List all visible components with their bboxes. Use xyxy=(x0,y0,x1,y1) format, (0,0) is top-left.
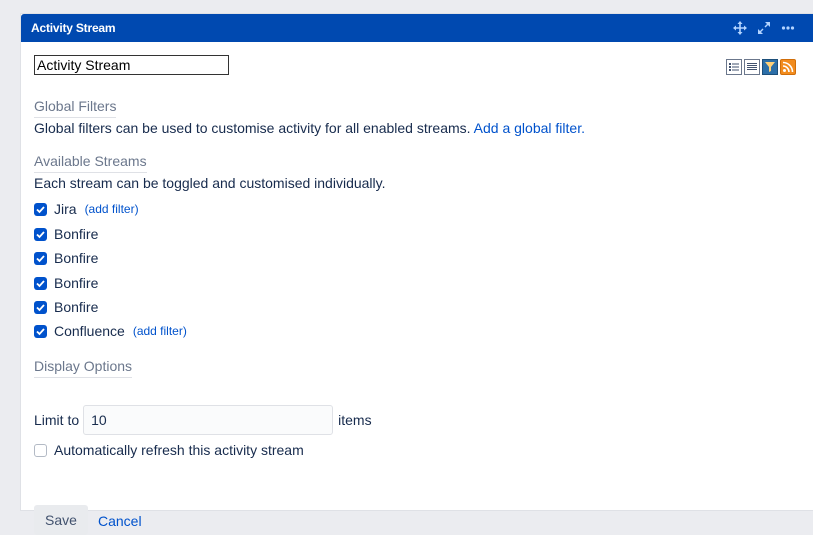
list-view-icon[interactable] xyxy=(726,59,742,75)
detail-view-icon[interactable] xyxy=(744,59,760,75)
stream-checkbox-confluence[interactable] xyxy=(34,324,47,338)
stream-item-bonfire-4: Bonfire xyxy=(34,298,98,316)
auto-refresh-checkbox[interactable] xyxy=(34,443,47,457)
limit-row: Limit to items xyxy=(34,405,372,435)
available-streams-description: Each stream can be toggled and customise… xyxy=(34,175,386,191)
stream-label: Confluence xyxy=(54,323,125,339)
stream-checkbox-bonfire[interactable] xyxy=(34,300,47,314)
items-label: items xyxy=(338,412,372,428)
add-global-filter-link[interactable]: Add a global filter. xyxy=(474,120,585,136)
stream-label: Bonfire xyxy=(54,275,99,291)
view-switcher xyxy=(726,59,796,75)
global-filters-description: Global filters can be used to customise … xyxy=(34,120,585,136)
add-filter-link-jira[interactable]: (add filter) xyxy=(85,202,139,216)
limit-input[interactable] xyxy=(83,405,334,435)
limit-label: Limit to xyxy=(34,412,80,428)
global-filters-heading: Global Filters xyxy=(34,98,117,118)
stream-label: Bonfire xyxy=(54,299,99,315)
stream-item-bonfire-1: Bonfire xyxy=(34,225,98,243)
stream-checkbox-jira[interactable] xyxy=(34,202,47,216)
available-streams-heading: Available Streams xyxy=(34,153,147,173)
expand-icon[interactable] xyxy=(755,19,773,37)
global-filters-text: Global filters can be used to customise … xyxy=(34,120,471,136)
add-filter-link-confluence[interactable]: (add filter) xyxy=(133,324,187,338)
stream-item-jira: Jira (add filter) xyxy=(34,200,139,218)
display-options-heading: Display Options xyxy=(34,358,133,378)
gadget-header: Activity Stream xyxy=(21,14,813,42)
filter-view-icon[interactable] xyxy=(762,59,778,75)
stream-label: Bonfire xyxy=(54,250,99,266)
stream-item-bonfire-3: Bonfire xyxy=(34,274,98,292)
auto-refresh-row: Automatically refresh this activity stre… xyxy=(34,441,304,459)
stream-checkbox-bonfire[interactable] xyxy=(34,251,47,265)
stream-label: Jira xyxy=(54,201,77,217)
activity-stream-gadget: Activity Stream Activity Stream Global F… xyxy=(20,13,813,535)
stream-checkbox-bonfire[interactable] xyxy=(34,227,47,241)
save-button[interactable]: Save xyxy=(34,505,88,535)
more-icon[interactable] xyxy=(779,19,797,37)
move-icon[interactable] xyxy=(731,19,749,37)
stream-label: Bonfire xyxy=(54,226,99,242)
gadget-title: Activity Stream xyxy=(31,21,116,35)
stream-title-input[interactable] xyxy=(34,55,229,75)
stream-checkbox-bonfire[interactable] xyxy=(34,276,47,290)
rss-feed-icon[interactable] xyxy=(780,59,796,75)
auto-refresh-label: Automatically refresh this activity stre… xyxy=(54,442,304,458)
gadget-tools xyxy=(731,19,797,37)
cancel-link[interactable]: Cancel xyxy=(98,513,142,529)
stream-item-confluence: Confluence (add filter) xyxy=(34,322,187,340)
stream-item-bonfire-2: Bonfire xyxy=(34,249,98,267)
